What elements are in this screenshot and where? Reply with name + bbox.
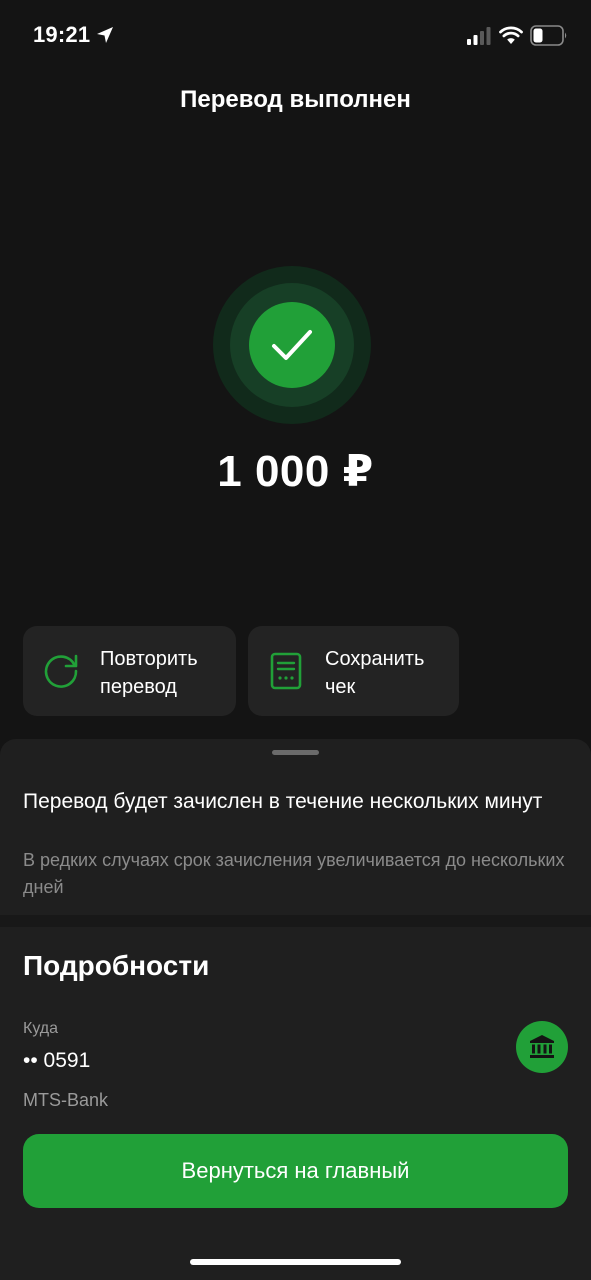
save-receipt-label: Сохранить чек: [325, 648, 425, 698]
details-title: Подробности: [23, 950, 210, 981]
status-bar: 19:21: [0, 0, 591, 70]
sheet-drag-handle[interactable]: [272, 750, 319, 755]
wifi-icon: [499, 26, 523, 44]
receipt-icon: [270, 652, 302, 690]
success-badge: [213, 266, 371, 424]
status-time: 19:21: [33, 22, 91, 47]
page-title: Перевод выполнен: [180, 86, 411, 113]
home-indicator[interactable]: [190, 1259, 401, 1265]
credit-notice-title: Перевод будет зачислен в течение несколь…: [23, 790, 543, 813]
transfer-success-screen: 19:21 Перевод выполнен 1 000 ₽ Повторить…: [0, 0, 591, 1280]
repeat-transfer-button[interactable]: Повторить перевод: [23, 626, 236, 716]
location-arrow-icon: [97, 27, 113, 43]
return-home-button[interactable]: Вернуться на главный: [23, 1134, 568, 1208]
save-receipt-button[interactable]: Сохранить чек: [248, 626, 459, 716]
repeat-icon: [44, 654, 78, 688]
cellular-signal-icon: [467, 27, 491, 45]
transfer-amount: 1 000 ₽: [217, 447, 374, 496]
section-divider: [0, 915, 591, 927]
repeat-transfer-label: Повторить перевод: [100, 648, 198, 698]
destination-account: •• 0591: [23, 1049, 91, 1072]
bank-icon: [516, 1021, 568, 1073]
destination-label: Куда: [23, 1020, 59, 1037]
details-sheet: Перевод будет зачислен в течение несколь…: [0, 739, 591, 1280]
success-badge-inner-ring: [230, 283, 354, 407]
battery-icon: [530, 25, 567, 46]
destination-bank: MTS-Bank: [23, 1090, 109, 1110]
success-circle: [249, 302, 335, 388]
checkmark-icon: [272, 330, 312, 360]
credit-notice-subtitle: В редких случаях срок зачисления увеличи…: [23, 850, 565, 897]
